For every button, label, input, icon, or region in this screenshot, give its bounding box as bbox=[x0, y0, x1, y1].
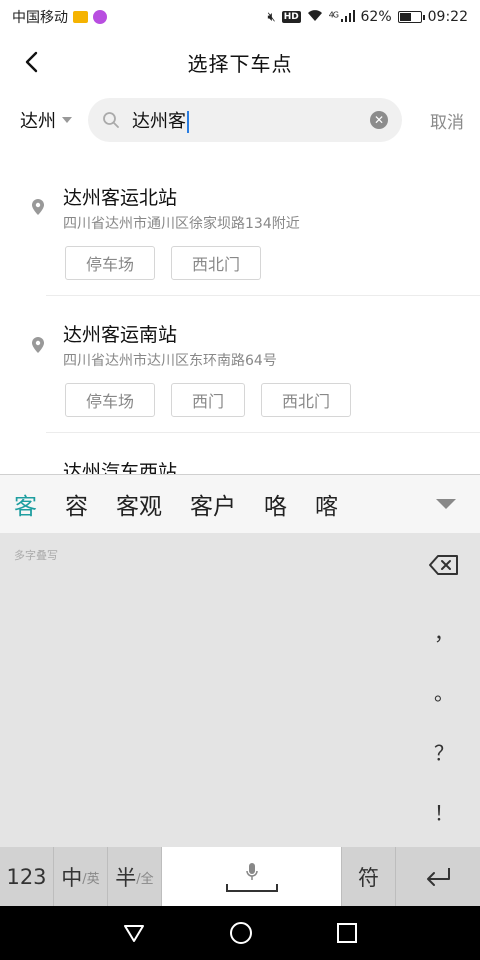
language-toggle-key[interactable]: 中/英 bbox=[54, 847, 108, 907]
mute-icon: 🔇︎ bbox=[267, 9, 276, 25]
enter-icon bbox=[427, 868, 450, 886]
system-nav-bar bbox=[0, 906, 480, 960]
caret-down-icon bbox=[62, 117, 72, 123]
zh-label: 中 bbox=[61, 866, 83, 890]
result-tags: 停车场 西门 西北门 bbox=[65, 383, 352, 417]
location-pin-icon bbox=[32, 199, 44, 215]
en-sub-label: /英 bbox=[82, 871, 100, 887]
tag-button[interactable]: 西北门 bbox=[171, 246, 262, 280]
city-selector[interactable]: 达州 bbox=[20, 107, 72, 133]
clock: 09:22 bbox=[427, 9, 468, 25]
battery-icon bbox=[397, 11, 425, 23]
clear-search-button[interactable]: ✕ bbox=[370, 111, 388, 129]
list-item[interactable]: 达州客运北站 四川省达州市通川区徐家坝路134附近 停车场 西北门 bbox=[0, 150, 480, 296]
search-icon bbox=[103, 112, 119, 128]
tag-button[interactable]: 停车场 bbox=[65, 246, 156, 280]
battery-percent: 62% bbox=[360, 9, 392, 25]
result-name: 达州客运南站 bbox=[63, 324, 178, 346]
search-query: 达州客 bbox=[132, 111, 186, 132]
keyboard-bottom-row: 123 中/英 半/全 符 bbox=[0, 847, 480, 907]
page-title: 选择下车点 bbox=[187, 51, 293, 76]
full-sub-label: /全 bbox=[136, 871, 154, 887]
result-tags: 停车场 西北门 bbox=[65, 246, 262, 280]
close-icon: ✕ bbox=[373, 113, 385, 127]
carrier-label: 中国移动 bbox=[12, 10, 68, 26]
expand-candidates-icon[interactable] bbox=[436, 499, 456, 509]
width-toggle-key[interactable]: 半/全 bbox=[108, 847, 162, 907]
candidate-word[interactable]: 客 bbox=[0, 487, 51, 521]
candidate-word[interactable]: 客户 bbox=[176, 487, 250, 521]
triangle-back-icon bbox=[123, 925, 144, 942]
candidate-bar: 客 容 客观 客户 咯 喀 bbox=[0, 475, 480, 533]
list-item[interactable]: 达州客运南站 四川省达州市达川区东环南路64号 停车场 西门 西北门 bbox=[0, 296, 480, 433]
space-key[interactable] bbox=[162, 847, 342, 907]
nav-home-button[interactable] bbox=[229, 921, 253, 945]
status-bar: 中国移动 🔇︎ HD 4G 62% 09:22 bbox=[0, 0, 480, 34]
tag-button[interactable]: 西门 bbox=[171, 383, 246, 417]
app-header: 选择下车点 bbox=[0, 34, 480, 90]
numbers-key[interactable]: 123 bbox=[0, 847, 54, 907]
result-name: 达州客运北站 bbox=[63, 187, 178, 209]
punct-key-period[interactable]: 。 bbox=[408, 677, 480, 706]
square-recents-icon bbox=[337, 923, 358, 943]
circle-home-icon bbox=[229, 922, 252, 944]
location-pin-icon bbox=[32, 337, 44, 353]
punctuation-column: ， 。 ？ ！ bbox=[408, 533, 480, 847]
back-button[interactable] bbox=[14, 44, 50, 80]
symbols-key[interactable]: 符 bbox=[342, 847, 396, 907]
result-address: 四川省达州市达川区东环南路64号 bbox=[63, 353, 277, 369]
cancel-button[interactable]: 取消 bbox=[430, 108, 464, 133]
wifi-icon bbox=[307, 9, 323, 26]
hd-icon: HD bbox=[281, 11, 301, 23]
search-row: 达州 达州客 ✕ 取消 bbox=[0, 96, 480, 144]
punct-key-comma[interactable]: ， bbox=[408, 617, 480, 646]
handwriting-mode-label: 多字叠写 bbox=[14, 549, 58, 562]
search-input[interactable]: 达州客 ✕ bbox=[88, 98, 402, 142]
microphone-icon bbox=[245, 863, 258, 880]
handwriting-pad[interactable]: 多字叠写 bbox=[0, 533, 408, 847]
space-bar-icon bbox=[225, 884, 278, 892]
tag-button[interactable]: 停车场 bbox=[65, 383, 156, 417]
mail-notification-icon bbox=[73, 11, 88, 23]
backspace-icon[interactable] bbox=[428, 553, 460, 577]
city-label: 达州 bbox=[20, 111, 56, 132]
candidate-word[interactable]: 咯 bbox=[250, 487, 301, 521]
enter-key[interactable] bbox=[396, 847, 480, 907]
punct-key-exclaim[interactable]: ！ bbox=[408, 797, 480, 826]
chevron-left-icon bbox=[25, 51, 38, 73]
candidate-word[interactable]: 容 bbox=[51, 487, 102, 521]
ime-keyboard: 客 容 客观 客户 咯 喀 多字叠写 ， 。 ？ ！ 123 中/英 半/全 符 bbox=[0, 474, 480, 907]
candidate-word[interactable]: 客观 bbox=[102, 487, 176, 521]
half-label: 半 bbox=[115, 866, 137, 890]
candidate-word[interactable]: 喀 bbox=[301, 487, 352, 521]
nav-recents-button[interactable] bbox=[336, 922, 358, 944]
text-cursor bbox=[187, 111, 189, 133]
tag-button[interactable]: 西北门 bbox=[261, 383, 352, 417]
results-list: 达州客运北站 四川省达州市通川区徐家坝路134附近 停车场 西北门 达州客运南站… bbox=[0, 150, 480, 474]
nav-back-button[interactable] bbox=[122, 922, 146, 944]
list-item[interactable]: 达州汽车西站 bbox=[0, 433, 480, 474]
punct-key-question[interactable]: ？ bbox=[408, 737, 480, 766]
signal-icon: 4G bbox=[328, 9, 355, 25]
network-type-label: 4G bbox=[328, 9, 339, 19]
result-address: 四川省达州市通川区徐家坝路134附近 bbox=[63, 216, 300, 232]
app-notification-icon bbox=[93, 10, 107, 24]
result-name: 达州汽车西站 bbox=[63, 461, 178, 474]
